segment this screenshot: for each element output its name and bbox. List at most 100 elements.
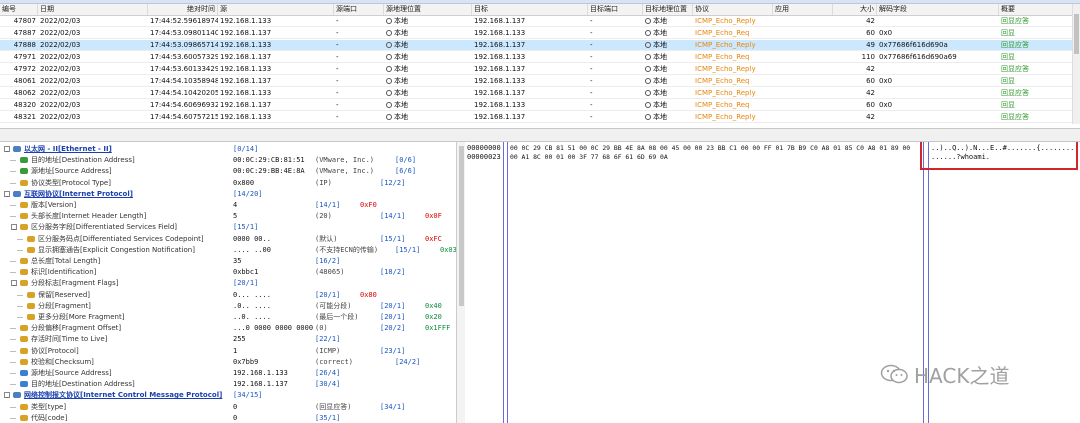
cell-protocol: ICMP_Echo_Reply <box>695 113 756 121</box>
table-row[interactable]: 47887 2022/02/03 17:44:53.098011409 192.168… <box>0 28 1080 39</box>
table-row[interactable]: 47888 2022/02/03 17:44:53.098657140 192.168… <box>0 40 1080 51</box>
col-date-header[interactable]: 日期 <box>38 4 148 15</box>
hex-offset[interactable]: 00000023 <box>467 153 501 162</box>
col-dest-geo-header[interactable]: 目标地理位置 <box>643 4 693 15</box>
hex-bytes[interactable]: 00 A1 8C 00 01 00 3F 77 68 6F 61 6D 69 0… <box>510 153 668 162</box>
field-note: (ICMP) <box>315 346 341 355</box>
cell-abs-time: 17:44:54.606969322 <box>150 101 218 109</box>
cell-dest-geo: 本地 <box>643 88 693 99</box>
tree-node[interactable]: 类型[type] 0 (回显应答) [34/1] <box>0 402 455 413</box>
cell-size: 60 <box>866 101 875 109</box>
collapse-toggle-icon[interactable]: − <box>4 392 10 401</box>
protocol-layer-icon <box>13 146 21 152</box>
tree-node[interactable]: 更多分段[More Fragment] ..0. .... (最后一个段) [20/1… <box>0 312 455 323</box>
hex-offset[interactable]: 00000000 <box>467 144 501 153</box>
tree-node[interactable]: − 区分服务字段[Differentiated Services Field] [1… <box>0 222 455 233</box>
scrollbar-thumb[interactable] <box>1074 14 1079 54</box>
tree-node[interactable]: 代码[code] 0 [35/1] <box>0 413 455 423</box>
field-name: 保留[Reserved] <box>38 290 91 299</box>
col-source-port-header[interactable]: 源端口 <box>334 4 384 15</box>
col-abs-time-header[interactable]: 绝对时间 <box>148 4 218 15</box>
tree-node[interactable]: 区分服务码点[Differentiated Services Codepoint… <box>0 234 455 245</box>
col-size-header[interactable]: 大小 <box>833 4 877 15</box>
cell-date: 2022/02/03 <box>40 101 81 109</box>
tree-node[interactable]: − 互联网协议[Internet Protocol] [14/20] <box>0 189 455 200</box>
cell-source-geo: 本地 <box>384 52 472 63</box>
tree-node[interactable]: 校验和[Checksum] 0x7bb9 (correct) [24/2] <box>0 357 455 368</box>
collapse-toggle-icon[interactable]: − <box>4 190 10 200</box>
byte-range: [18/2] <box>380 268 406 277</box>
packet-decode-tree[interactable]: − 以太网 - II[Ethernet - II] [0/14] 目的地址[Desti… <box>0 142 465 423</box>
col-source-geo-header[interactable]: 源地理位置 <box>384 4 472 15</box>
col-source-header[interactable]: 源 <box>218 4 334 15</box>
cell-date: 2022/02/03 <box>40 77 81 85</box>
col-protocol-header[interactable]: 协议 <box>693 4 773 15</box>
tree-node[interactable]: 存活时间[Time to Live] 255 [22/1] <box>0 334 455 345</box>
col-number-header[interactable]: 编号 <box>0 4 38 15</box>
col-dest-port-header[interactable]: 目标端口 <box>588 4 643 15</box>
tree-connector <box>10 350 16 352</box>
packet-list-table[interactable]: 编号 日期 绝对时间源源端口 源地理位置 目标 目标端口 目标地理位置 协议 应用 大小 解码字段概… <box>0 0 1080 128</box>
table-row[interactable]: 47807 2022/02/03 17:44:52.596189745 192.168… <box>0 16 1080 27</box>
col-destination-header[interactable]: 目标 <box>472 4 588 15</box>
table-row[interactable]: 47971 2022/02/03 17:44:53.600573294 192.168… <box>0 52 1080 63</box>
geo-label: 本地 <box>653 113 667 121</box>
byte-range: [20/1] <box>380 313 406 321</box>
cell-date: 2022/02/03 <box>40 41 81 49</box>
table-row[interactable]: 47972 2022/02/03 17:44:53.601334294 192.168… <box>0 64 1080 75</box>
cell-application <box>773 16 833 27</box>
watermark-text: HACK之道 <box>914 363 1010 388</box>
bit-mask: 0x80 <box>360 290 377 299</box>
cell-summary: 回显应答 <box>1001 89 1029 97</box>
pane-splitter[interactable] <box>0 128 1080 142</box>
cell-abs-time: 17:44:53.098011409 <box>150 29 218 37</box>
tree-node[interactable]: 显示拥塞通告[Explicit Congestion Notification]… <box>0 245 457 256</box>
col-decode-field-header[interactable]: 解码字段 <box>877 4 999 15</box>
scrollbar-thumb[interactable] <box>459 146 464 306</box>
tree-node[interactable]: 标识[Identification] 0xbbc1 (48065) [18/2] <box>0 267 455 278</box>
tree-node[interactable]: 总长度[Total Length] 35 [16/2] <box>0 256 455 267</box>
geo-label: 本地 <box>653 41 667 49</box>
tree-connector <box>10 417 16 419</box>
tree-node[interactable]: 头部长度[Internet Header Length] 5 (20) [14/1] 0… <box>0 211 455 222</box>
tree-node[interactable]: 协议类型[Protocol Type] 0x800 (IP) [12/2] <box>0 178 455 189</box>
tree-node[interactable]: 版本[Version] 4 [14/1] 0xF0 <box>0 200 455 211</box>
tree-node[interactable]: 分段偏移[Fragment Offset] ...0 0000 0000 0000… <box>0 323 455 334</box>
cell-date: 2022/02/03 <box>40 53 81 61</box>
tree-node[interactable]: − 网络控制报文协议[Internet Control Message Proto… <box>0 390 455 401</box>
table-row[interactable]: 48321 2022/02/03 17:44:54.607572157 192.168… <box>0 112 1080 123</box>
table-row[interactable]: 48061 2022/02/03 17:44:54.103589480 192.168… <box>0 76 1080 87</box>
col-application-header[interactable]: 应用 <box>773 4 833 15</box>
cell-abs-time: 17:44:52.596189745 <box>150 17 218 25</box>
table-row[interactable]: 48062 2022/02/03 17:44:54.104202056 192.168… <box>0 88 1080 99</box>
cell-dest-port: - <box>590 101 593 109</box>
collapse-toggle-icon[interactable]: − <box>4 146 10 155</box>
collapse-toggle-icon[interactable]: − <box>11 280 17 289</box>
tree-node[interactable]: 源地址[Source Address] 00:0C:29:BB:4E:8A (VMw… <box>0 166 455 177</box>
tree-node[interactable]: 目的地址[Destination Address] 00:0C:29:CB:81:… <box>0 155 455 166</box>
tree-node[interactable]: − 分段标志[Fragment Flags] [20/1] <box>0 278 455 289</box>
tree-node[interactable]: − 以太网 - II[Ethernet - II] [0/14] <box>0 144 455 155</box>
hex-view[interactable]: 00000000 00 0C 29 CB 81 51 00 0C 29 BB 4E… <box>466 142 1080 423</box>
field-icon <box>20 157 28 164</box>
col-summary-header[interactable]: 概要 <box>999 4 1080 15</box>
table-scrollbar[interactable] <box>1072 4 1080 124</box>
tree-node[interactable]: 分段[Fragment] .0.. .... (可能分段) [20/1] 0x40 <box>0 301 455 312</box>
cell-source-port: - <box>336 113 339 121</box>
tree-connector <box>10 160 16 162</box>
globe-icon <box>386 114 392 120</box>
tree-node[interactable]: 协议[Protocol] 1 (ICMP) [23/1] <box>0 346 455 357</box>
cell-decode-field: 0x0 <box>879 77 893 85</box>
tree-scrollbar[interactable] <box>456 142 465 423</box>
field-name: 分段标志[Fragment Flags] <box>31 279 119 288</box>
hex-bytes[interactable]: 00 0C 29 CB 81 51 00 0C 29 BB 4E 8A 08 0… <box>510 144 910 153</box>
tree-node[interactable]: 保留[Reserved] 0... .... [20/1] 0x80 <box>0 290 455 301</box>
tree-connector <box>10 171 16 173</box>
cell-source-geo: 本地 <box>384 112 472 123</box>
tree-node[interactable]: 目的地址[Destination Address] 192.168.1.137 [3… <box>0 379 455 390</box>
table-row[interactable]: 48320 2022/02/03 17:44:54.606969322 192.168… <box>0 100 1080 111</box>
cell-source: 192.168.1.133 <box>220 113 272 121</box>
field-icon <box>20 403 28 410</box>
collapse-toggle-icon[interactable]: − <box>11 224 17 233</box>
tree-node[interactable]: 源地址[Source Address] 192.168.1.133 [26/4] <box>0 368 455 379</box>
